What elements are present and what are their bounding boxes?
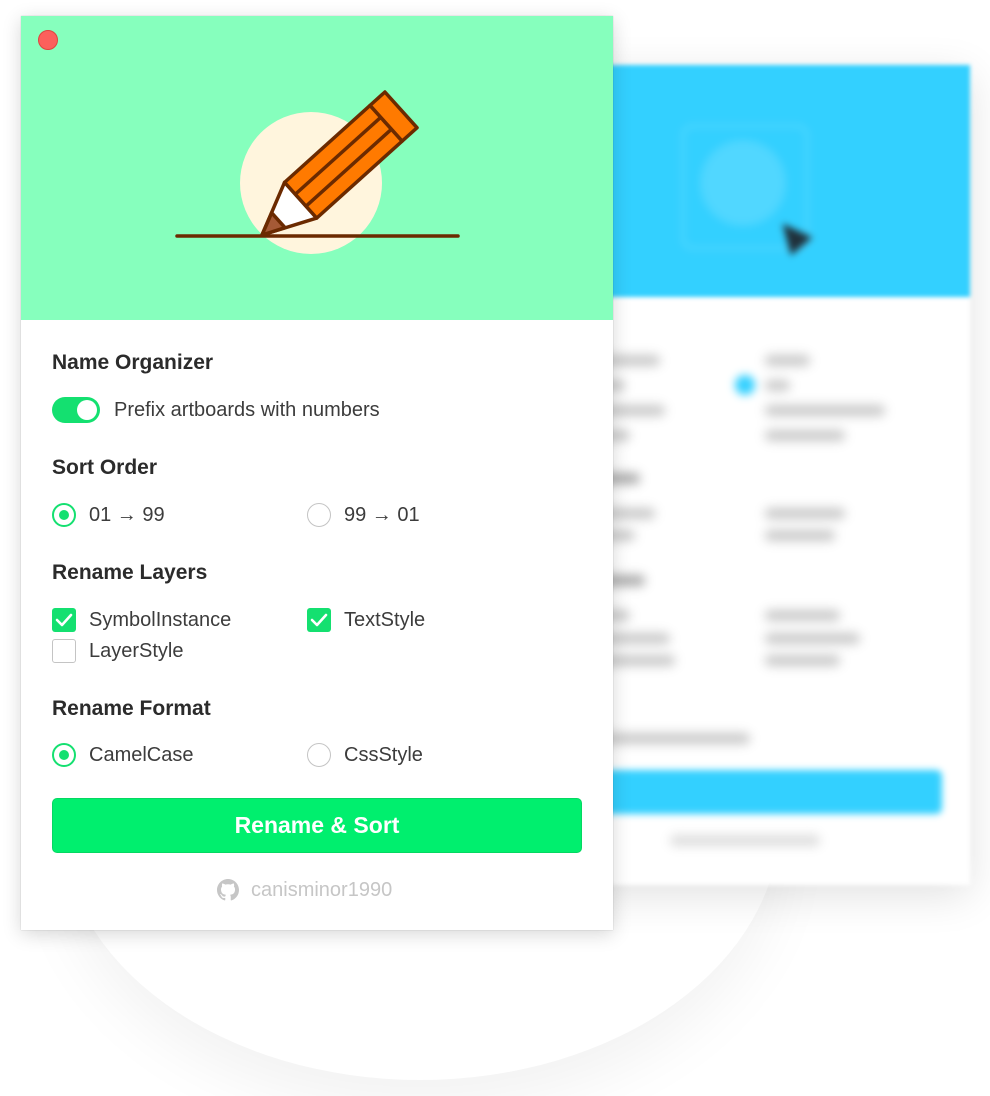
blurred-text (670, 835, 820, 846)
github-icon (217, 879, 239, 901)
section-title-name-organizer: Name Organizer (52, 351, 214, 374)
blurred-text (765, 655, 840, 666)
blurred-text (600, 733, 750, 744)
checkmark-icon (55, 613, 73, 627)
rename-sort-button[interactable]: Rename & Sort (52, 798, 582, 853)
hero-banner (21, 16, 613, 320)
checkbox-text-style[interactable] (307, 608, 331, 632)
blurred-text (765, 610, 840, 621)
prefix-toggle[interactable] (52, 397, 100, 423)
blurred-text (765, 405, 885, 416)
section-title-sort-order: Sort Order (52, 456, 158, 479)
blurred-text (765, 530, 835, 541)
blurred-text (765, 633, 860, 644)
pencil-icon (175, 90, 460, 254)
radio-camel-case-label: CamelCase (89, 744, 194, 766)
checkmark-icon (310, 613, 328, 627)
blurred-text (765, 355, 810, 366)
radio-css-style[interactable] (307, 743, 331, 767)
blurred-text (765, 508, 845, 519)
radio-sort-descending-label: 99 → 01 (344, 504, 420, 526)
prefix-toggle-label: Prefix artboards with numbers (114, 399, 380, 421)
radio-sort-ascending[interactable] (52, 503, 76, 527)
radio-sort-descending[interactable] (307, 503, 331, 527)
checkbox-layer-style-label: LayerStyle (89, 640, 184, 662)
blurred-text (765, 380, 790, 391)
checkbox-layer-style[interactable] (52, 639, 76, 663)
section-title-rename-format: Rename Format (52, 697, 211, 720)
radio-sort-ascending-label: 01 → 99 (89, 504, 165, 526)
background-window (560, 65, 970, 885)
github-link[interactable]: canisminor1990 (217, 877, 392, 903)
blurred-button (600, 770, 942, 814)
checkbox-text-style-label: TextStyle (344, 609, 426, 631)
github-username: canisminor1990 (251, 878, 393, 901)
radio-camel-case[interactable] (52, 743, 76, 767)
blurred-radio (735, 375, 755, 395)
checkbox-symbol-instance-label: SymbolInstance (89, 609, 232, 631)
checkbox-symbol-instance[interactable] (52, 608, 76, 632)
blurred-text (765, 430, 845, 441)
plugin-window: Name Organizer Prefix artboards with num… (21, 16, 613, 930)
toggle-knob (77, 400, 97, 420)
radio-css-style-label: CssStyle (344, 744, 423, 766)
section-title-rename-layers: Rename Layers (52, 561, 208, 584)
